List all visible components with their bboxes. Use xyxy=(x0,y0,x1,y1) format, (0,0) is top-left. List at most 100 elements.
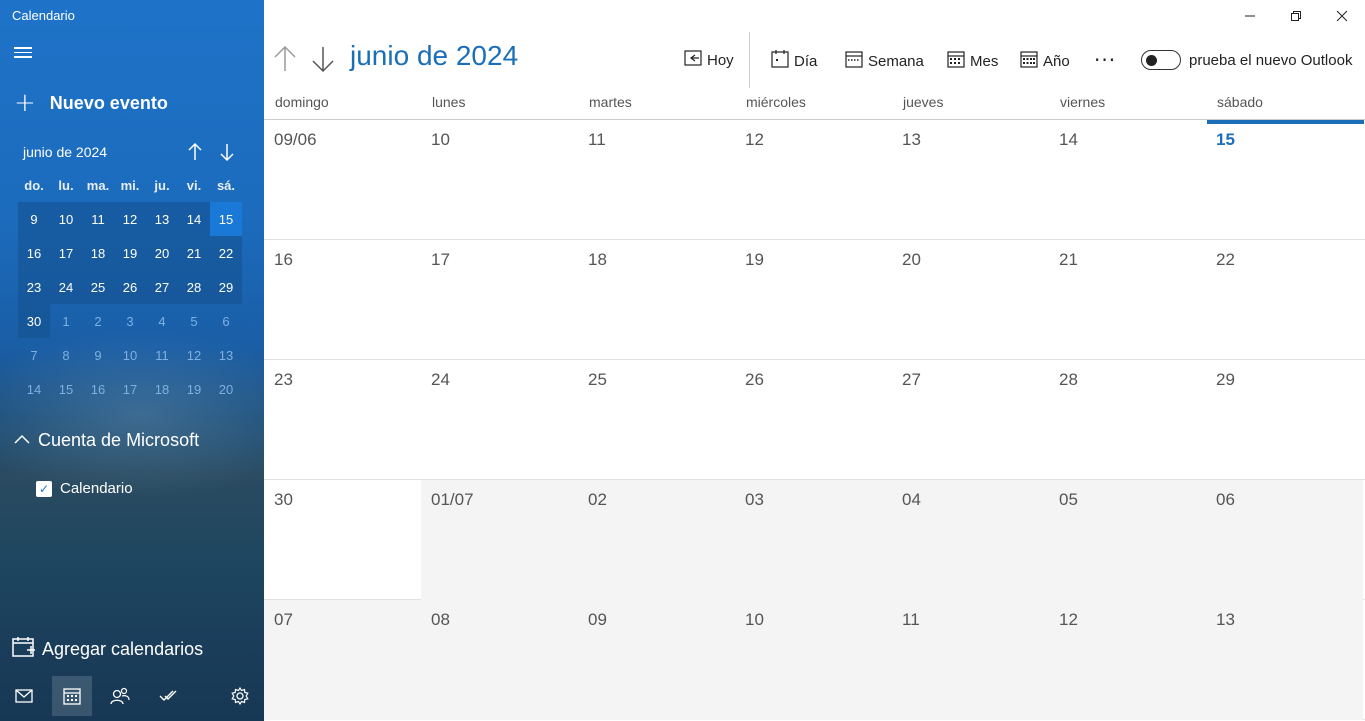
mini-day-selected[interactable]: 15 xyxy=(210,202,242,236)
day-cell-other-month[interactable]: 11 xyxy=(892,600,1049,720)
day-cell-other-month[interactable]: 13 xyxy=(1206,600,1363,720)
month-title[interactable]: junio de 2024 xyxy=(350,40,518,72)
mini-day-other-month[interactable]: 19 xyxy=(178,372,210,406)
day-cell-other-month[interactable]: 04 xyxy=(892,480,1049,600)
day-cell[interactable]: 22 xyxy=(1206,240,1363,360)
day-cell-other-month[interactable]: 03 xyxy=(735,480,892,600)
close-icon[interactable] xyxy=(1319,0,1365,32)
mini-calendar-title[interactable]: junio de 2024 xyxy=(23,144,107,160)
mini-day[interactable]: 20 xyxy=(146,236,178,270)
mini-day-other-month[interactable]: 4 xyxy=(146,304,178,338)
mini-day[interactable]: 10 xyxy=(50,202,82,236)
mini-day[interactable]: 14 xyxy=(178,202,210,236)
mini-day-other-month[interactable]: 15 xyxy=(50,372,82,406)
day-cell[interactable]: 20 xyxy=(892,240,1049,360)
day-cell[interactable]: 17 xyxy=(421,240,578,360)
hamburger-menu-icon[interactable] xyxy=(14,44,36,66)
mail-icon[interactable] xyxy=(4,676,44,716)
mini-day-other-month[interactable]: 2 xyxy=(82,304,114,338)
day-cell[interactable]: 13 xyxy=(892,120,1049,240)
mini-next-month-arrow-icon[interactable] xyxy=(219,142,235,167)
mini-day[interactable]: 18 xyxy=(82,236,114,270)
day-cell[interactable]: 26 xyxy=(735,360,892,480)
mini-day-other-month[interactable]: 10 xyxy=(114,338,146,372)
mini-day[interactable]: 27 xyxy=(146,270,178,304)
day-cell[interactable]: 30 xyxy=(264,480,421,600)
mini-day[interactable]: 9 xyxy=(18,202,50,236)
day-cell[interactable]: 21 xyxy=(1049,240,1206,360)
day-cell[interactable]: 27 xyxy=(892,360,1049,480)
mini-day-other-month[interactable]: 14 xyxy=(18,372,50,406)
week-view-button[interactable]: Semana xyxy=(845,50,924,72)
day-cell[interactable]: 23 xyxy=(264,360,421,480)
mini-day[interactable]: 19 xyxy=(114,236,146,270)
day-cell-other-month[interactable]: 01/07 xyxy=(421,480,578,600)
mini-day[interactable]: 12 xyxy=(114,202,146,236)
month-view-button[interactable]: Mes xyxy=(947,50,998,72)
mini-day-other-month[interactable]: 1 xyxy=(50,304,82,338)
more-options-icon[interactable]: ··· xyxy=(1094,48,1116,72)
mini-prev-month-arrow-icon[interactable] xyxy=(187,142,203,167)
mini-day[interactable]: 28 xyxy=(178,270,210,304)
mini-day[interactable]: 21 xyxy=(178,236,210,270)
calendar-nav-icon[interactable] xyxy=(52,676,92,716)
day-cell[interactable]: 10 xyxy=(421,120,578,240)
day-cell[interactable]: 18 xyxy=(578,240,735,360)
day-cell-other-month[interactable]: 09 xyxy=(578,600,735,720)
todo-check-icon[interactable] xyxy=(148,676,188,716)
mini-day-other-month[interactable]: 7 xyxy=(18,338,50,372)
minimize-icon[interactable] xyxy=(1227,0,1273,32)
mini-day[interactable]: 17 xyxy=(50,236,82,270)
mini-day[interactable]: 24 xyxy=(50,270,82,304)
mini-day-other-month[interactable]: 16 xyxy=(82,372,114,406)
add-calendars-button[interactable]: Agregar calendarios xyxy=(12,636,203,662)
day-cell[interactable]: 28 xyxy=(1049,360,1206,480)
mini-day-other-month[interactable]: 3 xyxy=(114,304,146,338)
settings-gear-icon[interactable] xyxy=(220,676,260,716)
day-cell[interactable]: 14 xyxy=(1049,120,1206,240)
day-cell-other-month[interactable]: 02 xyxy=(578,480,735,600)
calendar-visibility-item[interactable]: ✓ Calendario xyxy=(36,480,133,497)
mini-day-other-month[interactable]: 13 xyxy=(210,338,242,372)
day-cell[interactable]: 24 xyxy=(421,360,578,480)
day-cell[interactable]: 12 xyxy=(735,120,892,240)
mini-day[interactable]: 30 xyxy=(18,304,50,338)
checkbox-checked-icon[interactable]: ✓ xyxy=(36,480,52,497)
mini-day[interactable]: 22 xyxy=(210,236,242,270)
day-cell-other-month[interactable]: 08 xyxy=(421,600,578,720)
prev-month-arrow-icon[interactable] xyxy=(270,44,300,74)
mini-day[interactable]: 16 xyxy=(18,236,50,270)
day-cell-other-month[interactable]: 06 xyxy=(1206,480,1363,600)
new-event-button[interactable]: + Nuevo evento xyxy=(14,90,168,116)
mini-day-other-month[interactable]: 9 xyxy=(82,338,114,372)
year-view-button[interactable]: Año xyxy=(1020,50,1070,72)
next-month-arrow-icon[interactable] xyxy=(308,44,338,74)
day-cell[interactable]: 16 xyxy=(264,240,421,360)
mini-day-other-month[interactable]: 11 xyxy=(146,338,178,372)
mini-day-other-month[interactable]: 20 xyxy=(210,372,242,406)
mini-day-other-month[interactable]: 18 xyxy=(146,372,178,406)
new-outlook-toggle[interactable] xyxy=(1141,50,1181,70)
mini-day[interactable]: 23 xyxy=(18,270,50,304)
mini-day[interactable]: 13 xyxy=(146,202,178,236)
mini-day-other-month[interactable]: 6 xyxy=(210,304,242,338)
day-cell[interactable]: 29 xyxy=(1206,360,1363,480)
day-cell[interactable]: 25 xyxy=(578,360,735,480)
day-cell[interactable]: 09/06 xyxy=(264,120,421,240)
mini-day-other-month[interactable]: 5 xyxy=(178,304,210,338)
mini-day[interactable]: 25 xyxy=(82,270,114,304)
mini-day-other-month[interactable]: 12 xyxy=(178,338,210,372)
account-section-toggle[interactable]: Cuenta de Microsoft xyxy=(14,430,199,451)
mini-day[interactable]: 26 xyxy=(114,270,146,304)
day-cell-other-month[interactable]: 12 xyxy=(1049,600,1206,720)
mini-day-other-month[interactable]: 8 xyxy=(50,338,82,372)
people-icon[interactable] xyxy=(100,676,140,716)
mini-day[interactable]: 29 xyxy=(210,270,242,304)
day-cell-today[interactable]: 15 xyxy=(1206,120,1363,240)
day-cell-other-month[interactable]: 07 xyxy=(264,600,421,720)
day-cell[interactable]: 19 xyxy=(735,240,892,360)
day-view-button[interactable]: Día xyxy=(771,50,817,72)
mini-day[interactable]: 11 xyxy=(82,202,114,236)
day-cell-other-month[interactable]: 05 xyxy=(1049,480,1206,600)
today-button[interactable]: Hoy xyxy=(684,50,734,70)
